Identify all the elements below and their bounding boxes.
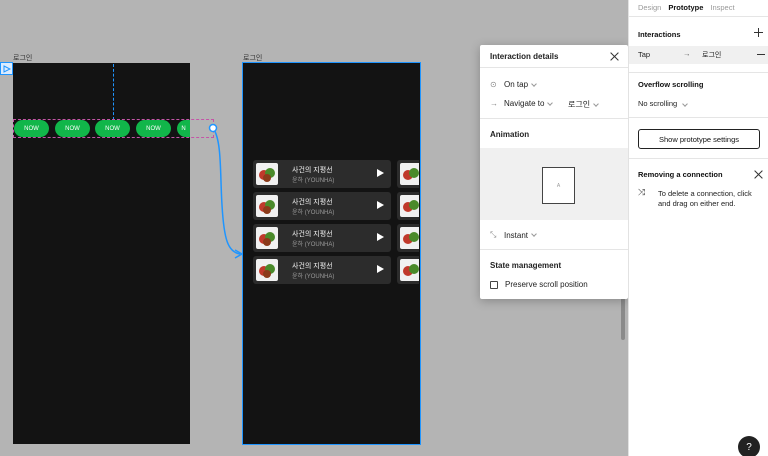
action-value: Navigate to xyxy=(504,99,545,108)
song-artist: 윤하 (YOUNHA) xyxy=(292,242,335,248)
overflow-title: Overflow scrolling xyxy=(638,80,704,89)
animation-title: Animation xyxy=(490,130,530,139)
divider xyxy=(480,118,628,119)
trigger-value: On tap xyxy=(504,80,529,89)
preview-frame: A xyxy=(542,167,575,204)
animation-value: Instant xyxy=(504,230,529,240)
arrow-right-icon: → xyxy=(683,49,691,58)
song-card-peek-4[interactable] xyxy=(397,256,419,284)
song-card-peek-1[interactable] xyxy=(397,160,419,188)
tab-inspect[interactable]: Inspect xyxy=(710,3,734,12)
album-thumbnail xyxy=(256,227,278,249)
interaction-target: 로그인 xyxy=(702,52,722,59)
properties-panel: Design Prototype Inspect Interactions Ta… xyxy=(628,0,768,456)
popup-title: Interaction details xyxy=(480,45,628,68)
interactions-title: Interactions xyxy=(638,30,681,39)
interaction-row[interactable]: Tap → 로그인 xyxy=(629,46,768,64)
album-thumbnail xyxy=(400,227,419,249)
divider xyxy=(629,117,768,118)
song-card-2[interactable]: 사건의 지평선 윤하 (YOUNHA) xyxy=(253,192,391,220)
action-select[interactable]: → Navigate to xyxy=(490,99,554,108)
removing-connection-title: Removing a connection xyxy=(638,170,723,179)
chevron-down-icon xyxy=(531,80,537,87)
album-thumbnail xyxy=(256,259,278,281)
song-card-peek-2[interactable] xyxy=(397,192,419,220)
song-title: 사건의 지평선 xyxy=(292,263,333,270)
close-icon[interactable] xyxy=(754,170,763,179)
frame-label-right[interactable]: 로그인 xyxy=(243,53,262,63)
removing-connection-text: To delete a connection, click and drag o… xyxy=(658,189,752,208)
overflow-select[interactable]: No scrolling xyxy=(638,99,689,108)
help-button[interactable]: ? xyxy=(738,436,760,456)
song-artist: 윤하 (YOUNHA) xyxy=(292,274,335,280)
song-title: 사건의 지평선 xyxy=(292,199,333,206)
album-thumbnail xyxy=(400,163,419,185)
show-prototype-settings-button[interactable]: Show prototype settings xyxy=(638,129,760,149)
song-title: 사건의 지평선 xyxy=(292,167,333,174)
album-thumbnail xyxy=(256,195,278,217)
destination-value: 로그인 xyxy=(568,100,591,109)
interaction-trigger: Tap xyxy=(638,50,651,59)
play-icon[interactable] xyxy=(377,201,384,209)
divider xyxy=(480,249,628,250)
divider xyxy=(629,158,768,159)
tab-design[interactable]: Design xyxy=(638,3,661,12)
plus-icon[interactable] xyxy=(754,28,763,37)
canvas-scrollbar[interactable] xyxy=(621,298,625,340)
preserve-scroll-option[interactable]: Preserve scroll position xyxy=(490,280,588,289)
animation-preview: A xyxy=(480,148,628,220)
instant-icon: ⤡ xyxy=(490,230,497,239)
song-title: 사건의 지평선 xyxy=(292,231,333,238)
chevron-down-icon xyxy=(531,231,537,237)
frame-login-right[interactable] xyxy=(242,62,421,445)
song-card-3[interactable]: 사건의 지평선 윤하 (YOUNHA) xyxy=(253,224,391,252)
panel-tabs: Design Prototype Inspect xyxy=(638,3,742,12)
preserve-scroll-label: Preserve scroll position xyxy=(505,280,588,289)
album-thumbnail xyxy=(256,163,278,185)
trigger-select[interactable]: ⊙ On tap xyxy=(490,80,537,89)
tab-prototype[interactable]: Prototype xyxy=(668,3,703,12)
minus-icon[interactable] xyxy=(757,54,765,55)
connection-cut-icon: ⤨ xyxy=(638,187,646,197)
chevron-down-icon xyxy=(682,101,689,107)
arrow-right-icon: → xyxy=(490,99,498,108)
play-icon[interactable] xyxy=(377,233,384,241)
play-icon[interactable] xyxy=(377,265,384,273)
song-artist: 윤하 (YOUNHA) xyxy=(292,178,335,184)
clock-icon: ⊙ xyxy=(490,80,497,89)
preserve-scroll-checkbox[interactable] xyxy=(490,280,498,289)
song-card-1[interactable]: 사건의 지평선 윤하 (YOUNHA) xyxy=(253,160,391,188)
divider xyxy=(629,16,768,17)
album-thumbnail xyxy=(400,195,419,217)
animation-select[interactable]: ⤡ Instant xyxy=(490,230,537,240)
state-management-title: State management xyxy=(490,261,562,270)
destination-select[interactable]: 로그인 xyxy=(568,99,599,110)
overflow-value: No scrolling xyxy=(638,99,678,108)
song-card-peek-3[interactable] xyxy=(397,224,419,252)
song-artist: 윤하 (YOUNHA) xyxy=(292,210,335,216)
close-icon[interactable] xyxy=(610,52,619,61)
album-thumbnail xyxy=(400,259,419,281)
chevron-down-icon xyxy=(547,99,554,106)
play-icon[interactable] xyxy=(377,169,384,177)
divider xyxy=(629,72,768,73)
interaction-details-popup: Interaction details ⊙ On tap → Navigate … xyxy=(480,45,628,299)
song-card-4[interactable]: 사건의 지평선 윤하 (YOUNHA) xyxy=(253,256,391,284)
chevron-down-icon xyxy=(593,100,599,107)
